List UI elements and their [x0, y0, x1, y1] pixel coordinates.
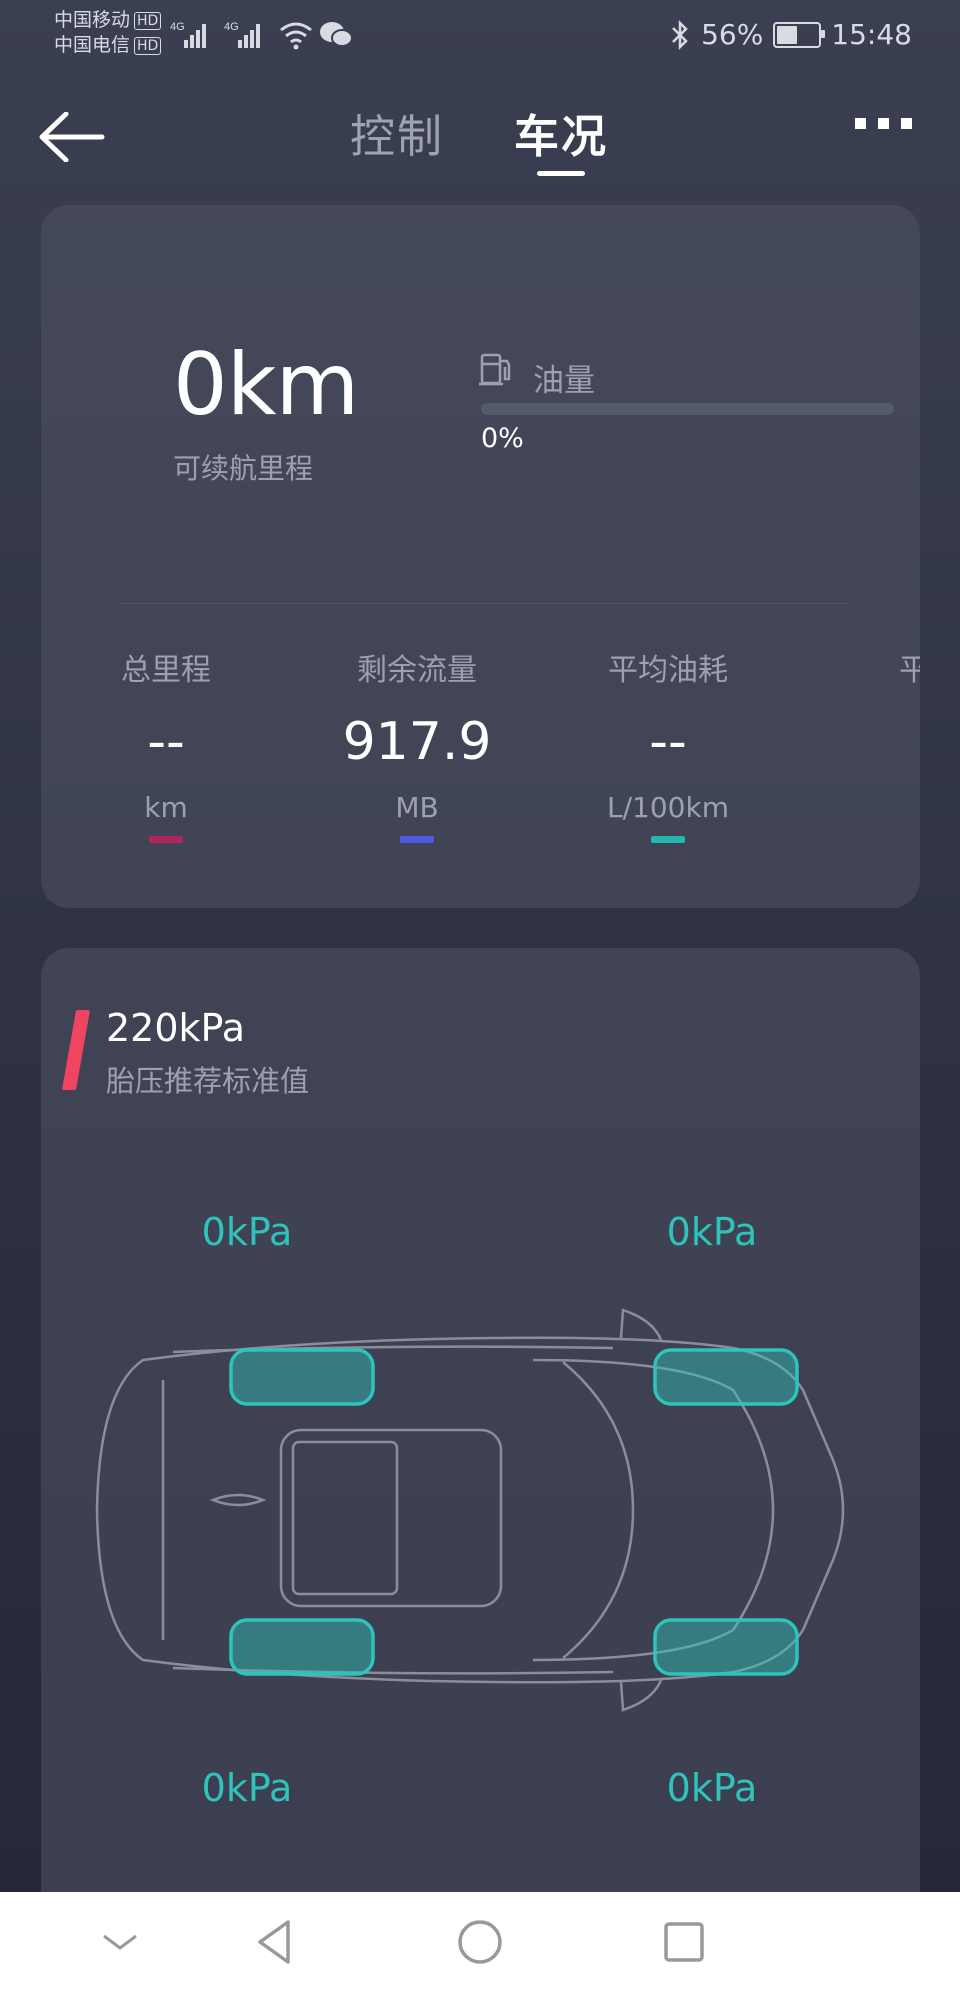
- signal-icon: 4G: [170, 21, 206, 48]
- back-button[interactable]: [38, 111, 108, 163]
- fuel-label: 油量: [533, 363, 595, 399]
- stat-unit: MB: [395, 791, 439, 824]
- status-bar: 中国移动 HD 中国电信 HD 4G 4G 56% 15:48: [0, 0, 960, 70]
- tire-rear-right: [653, 1618, 799, 1676]
- stat-unit: km: [144, 791, 188, 824]
- stat-unit: km: [799, 791, 920, 824]
- stat-value: [799, 711, 920, 773]
- standard-pressure-label: 胎压推荐标准值: [106, 1064, 310, 1098]
- more-button[interactable]: [855, 118, 912, 129]
- more-dots-icon: [855, 118, 866, 129]
- carrier-info: 中国移动 HD 中国电信 HD: [54, 8, 162, 58]
- stat-label: 剩余流量: [357, 653, 477, 688]
- carrier-1: 中国移动: [54, 9, 131, 31]
- circle-home-icon[interactable]: [452, 1914, 508, 1970]
- tire-front-right: [653, 1348, 799, 1406]
- tire-pressure-card: 220kPa 胎压推荐标准值 0kPa 0kPa 0kPa 0kPa: [41, 948, 920, 1994]
- hd-badge: HD: [134, 11, 162, 30]
- arrow-left-icon: [39, 111, 105, 163]
- tire-rear-right-pressure: 0kPa: [666, 1766, 758, 1810]
- bluetooth-icon: [672, 19, 688, 50]
- stat-label: 平均油耗: [608, 653, 728, 688]
- stat-color-bar: [651, 836, 685, 843]
- tire-front-left-pressure: 0kPa: [201, 1210, 293, 1254]
- stat-avg-fuel: 平均油耗 -- L/100km: [548, 645, 788, 843]
- fuel-pump-icon: [479, 353, 511, 386]
- tire-front-left: [229, 1348, 375, 1406]
- tire-rear-left: [229, 1618, 375, 1676]
- stat-avg-partial: 平均 km: [799, 645, 920, 843]
- square-recent-icon[interactable]: [656, 1914, 712, 1970]
- stat-color-bar: [149, 836, 183, 843]
- active-tab-indicator: [537, 171, 585, 176]
- stat-unit: L/100km: [607, 791, 729, 824]
- accent-mark: [61, 1010, 91, 1090]
- stat-label: 总里程: [121, 653, 211, 688]
- triangle-back-icon[interactable]: [248, 1914, 304, 1970]
- more-dot: [878, 118, 889, 129]
- stat-remaining-data: 剩余流量 917.9 MB: [297, 645, 537, 843]
- car-top-view-diagram: [95, 1308, 845, 1712]
- standard-pressure-value: 220kPa: [106, 1006, 246, 1050]
- stats-row[interactable]: 总里程 -- km 剩余流量 917.9 MB 平均油耗 -- L/100km …: [41, 645, 920, 865]
- stat-value: --: [649, 712, 687, 772]
- range-value: 0km: [173, 335, 359, 435]
- status-right: 56% 15:48: [669, 18, 912, 51]
- wifi-icon: [280, 22, 312, 50]
- signal-icon: 4G: [224, 21, 260, 48]
- carrier-2: 中国电信: [54, 34, 131, 56]
- battery-level: [777, 25, 798, 44]
- more-dot: [901, 118, 912, 129]
- stat-value: 917.9: [342, 712, 492, 772]
- wechat-icon: [320, 22, 353, 47]
- tires: [229, 1348, 799, 1676]
- stat-value: --: [147, 712, 185, 772]
- stat-label: 平均: [899, 653, 920, 688]
- tire-rear-left-pressure: 0kPa: [201, 1766, 293, 1810]
- tire-front-right-pressure: 0kPa: [666, 1210, 758, 1254]
- hd-badge: HD: [134, 36, 162, 55]
- divider: [119, 603, 849, 604]
- stat-color-bar: [400, 836, 434, 843]
- header: 控制 车况: [0, 90, 960, 180]
- stat-total-mileage: 总里程 -- km: [46, 645, 286, 843]
- battery-icon: [773, 21, 826, 48]
- fuel-percent: 0%: [481, 423, 524, 454]
- fuel-level-bar: [481, 403, 894, 415]
- range-label: 可续航里程: [173, 452, 314, 485]
- battery-percent: 56%: [701, 18, 764, 51]
- svg-text:4G: 4G: [224, 21, 239, 33]
- clock: 15:48: [831, 18, 912, 51]
- vehicle-overview-card: 0km 可续航里程 油量 0% 总里程 -- km 剩余流量 917.9 MB …: [41, 205, 920, 908]
- chevron-down-icon[interactable]: [92, 1914, 148, 1970]
- tab-vehicle-status[interactable]: 车况: [514, 100, 608, 165]
- svg-text:4G: 4G: [170, 21, 185, 33]
- tab-control[interactable]: 控制: [350, 100, 444, 165]
- system-nav-bar: [0, 1892, 960, 1994]
